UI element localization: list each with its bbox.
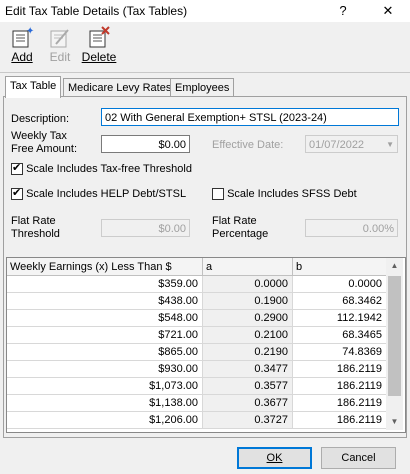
edit-icon bbox=[48, 26, 72, 48]
cell-weekly-earnings[interactable]: $1,073.00 bbox=[7, 378, 203, 395]
cell-a[interactable]: 0.3477 bbox=[203, 361, 293, 378]
description-label: Description: bbox=[11, 113, 70, 125]
cell-weekly-earnings[interactable]: $548.00 bbox=[7, 310, 203, 327]
table-row[interactable]: $359.00 0.0000 0.0000 bbox=[7, 276, 387, 294]
chk-sfss-debt-label: Scale Includes SFSS Debt bbox=[227, 188, 357, 200]
cell-b[interactable]: 186.2119 bbox=[293, 412, 387, 429]
grid-vertical-scrollbar[interactable]: ▲ ▼ bbox=[386, 258, 403, 430]
flat-rate-threshold-field[interactable]: $0.00 bbox=[101, 219, 190, 237]
add-label: Add bbox=[11, 50, 33, 64]
flat-rate-threshold-label-1: Flat Rate bbox=[11, 215, 56, 227]
col-header-b[interactable]: b bbox=[293, 258, 387, 276]
description-field[interactable]: 02 With General Exemption+ STSL (2023-24… bbox=[101, 108, 399, 126]
cell-a[interactable]: 0.3577 bbox=[203, 378, 293, 395]
col-header-weekly-earnings[interactable]: Weekly Earnings (x) Less Than $ bbox=[7, 258, 203, 276]
close-button[interactable]: ✕ bbox=[373, 0, 403, 22]
cell-a[interactable]: 0.3677 bbox=[203, 395, 293, 412]
table-row[interactable]: $1,138.00 0.3677 186.2119 bbox=[7, 395, 387, 413]
weekly-tax-label-2: Free Amount: bbox=[11, 143, 78, 155]
ok-button[interactable]: OK bbox=[237, 447, 312, 469]
cell-weekly-earnings[interactable]: $1,138.00 bbox=[7, 395, 203, 412]
table-row[interactable]: $438.00 0.1900 68.3462 bbox=[7, 293, 387, 311]
table-row[interactable]: $930.00 0.3477 186.2119 bbox=[7, 361, 387, 379]
checkbox-checked-icon[interactable]: ✔ bbox=[11, 162, 23, 176]
checkbox-checked-icon[interactable]: ✔ bbox=[11, 187, 23, 201]
ok-label: OK bbox=[266, 452, 283, 464]
delete-label: Delete bbox=[81, 50, 117, 64]
delete-icon bbox=[87, 26, 111, 48]
flat-rate-percentage-label-1: Flat Rate bbox=[212, 215, 257, 227]
table-row[interactable]: $1,073.00 0.3577 186.2119 bbox=[7, 378, 387, 396]
checkbox-unchecked-icon[interactable] bbox=[212, 188, 224, 201]
cell-a[interactable]: 0.3727 bbox=[203, 412, 293, 429]
cell-a[interactable]: 0.2100 bbox=[203, 327, 293, 344]
cell-a[interactable]: 0.2190 bbox=[203, 344, 293, 361]
cell-weekly-earnings[interactable]: $359.00 bbox=[7, 276, 203, 293]
cell-a[interactable]: 0.0000 bbox=[203, 276, 293, 293]
chevron-down-icon: ▼ bbox=[386, 140, 394, 149]
edit-label: Edit bbox=[49, 50, 71, 64]
scroll-down-icon[interactable]: ▼ bbox=[386, 414, 403, 430]
tab-employees[interactable]: Employees bbox=[170, 78, 235, 97]
flat-rate-threshold-label-2: Threshold bbox=[11, 228, 60, 240]
cell-weekly-earnings[interactable]: $721.00 bbox=[7, 327, 203, 344]
col-header-a[interactable]: a bbox=[203, 258, 293, 276]
cell-b[interactable]: 186.2119 bbox=[293, 361, 387, 378]
table-row[interactable]: $865.00 0.2190 74.8369 bbox=[7, 344, 387, 362]
scroll-thumb[interactable] bbox=[388, 276, 401, 396]
chk-sfss-debt[interactable]: Scale Includes SFSS Debt bbox=[212, 188, 357, 201]
flat-rate-percentage-label-2: Percentage bbox=[212, 228, 269, 240]
table-row[interactable]: $548.00 0.2900 112.1942 bbox=[7, 310, 387, 328]
cell-b[interactable]: 186.2119 bbox=[293, 378, 387, 395]
add-icon: ✦ bbox=[10, 26, 34, 48]
toolbar-divider bbox=[0, 72, 410, 73]
cell-b[interactable]: 74.8369 bbox=[293, 344, 387, 361]
edit-button[interactable]: Edit bbox=[40, 26, 80, 64]
chk-help-debt-label: Scale Includes HELP Debt/STSL bbox=[26, 188, 187, 200]
cell-b[interactable]: 68.3462 bbox=[293, 293, 387, 310]
cell-weekly-earnings[interactable]: $1,206.00 bbox=[7, 412, 203, 429]
weekly-tax-label-1: Weekly Tax bbox=[11, 130, 67, 142]
table-row[interactable]: $1,206.00 0.3727 186.2119 bbox=[7, 412, 387, 430]
effective-date-value: 01/07/2022 bbox=[309, 139, 365, 151]
chk-help-debt[interactable]: ✔ Scale Includes HELP Debt/STSL bbox=[11, 187, 187, 201]
effective-date-field[interactable]: 01/07/2022 ▼ bbox=[305, 135, 398, 153]
cell-b[interactable]: 186.2119 bbox=[293, 395, 387, 412]
tab-medicare-levy-rates[interactable]: Medicare Levy Rates bbox=[63, 78, 177, 97]
cell-a[interactable]: 0.2900 bbox=[203, 310, 293, 327]
flat-rate-percentage-field[interactable]: 0.00% bbox=[305, 219, 398, 237]
cell-weekly-earnings[interactable]: $865.00 bbox=[7, 344, 203, 361]
chk-tax-free-threshold[interactable]: ✔ Scale Includes Tax-free Threshold bbox=[11, 162, 192, 176]
window-title: Edit Tax Table Details (Tax Tables) bbox=[5, 4, 188, 18]
help-button[interactable]: ? bbox=[328, 0, 358, 22]
cell-b[interactable]: 68.3465 bbox=[293, 327, 387, 344]
delete-button[interactable]: Delete bbox=[79, 26, 119, 64]
cell-a[interactable]: 0.1900 bbox=[203, 293, 293, 310]
weekly-tax-free-field[interactable]: $0.00 bbox=[101, 135, 190, 153]
tax-scale-grid: Weekly Earnings (x) Less Than $ a b $359… bbox=[6, 257, 406, 433]
cell-weekly-earnings[interactable]: $438.00 bbox=[7, 293, 203, 310]
cancel-button[interactable]: Cancel bbox=[321, 447, 396, 469]
add-button[interactable]: ✦ Add bbox=[2, 26, 42, 64]
table-row[interactable]: $721.00 0.2100 68.3465 bbox=[7, 327, 387, 345]
cell-b[interactable]: 112.1942 bbox=[293, 310, 387, 327]
chk-tax-free-threshold-label: Scale Includes Tax-free Threshold bbox=[26, 163, 192, 175]
effective-date-label: Effective Date: bbox=[212, 139, 284, 151]
tab-tax-table[interactable]: Tax Table bbox=[5, 76, 62, 98]
cell-weekly-earnings[interactable]: $930.00 bbox=[7, 361, 203, 378]
cancel-label: Cancel bbox=[341, 452, 376, 464]
svg-text:✦: ✦ bbox=[26, 26, 34, 37]
scroll-up-icon[interactable]: ▲ bbox=[386, 258, 403, 274]
cell-b[interactable]: 0.0000 bbox=[293, 276, 387, 293]
